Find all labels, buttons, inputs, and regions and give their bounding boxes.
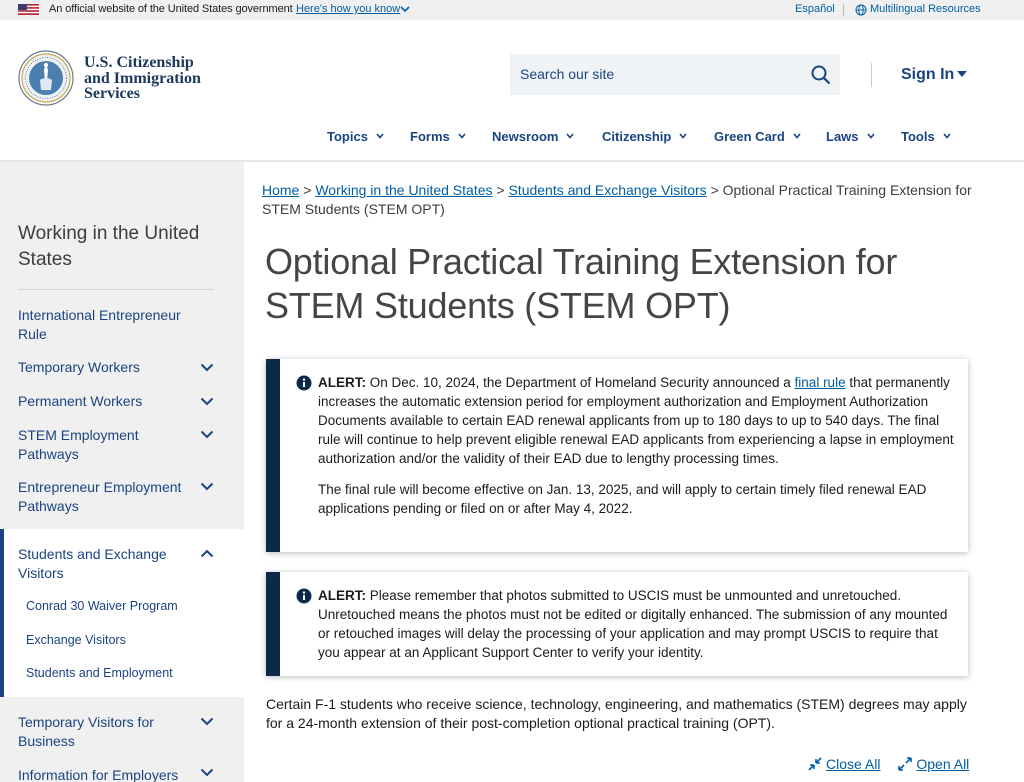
chevron-down-icon	[793, 133, 801, 139]
chevron-down-icon[interactable]	[200, 430, 214, 439]
sidebar-item-temporary-visitors-for-business[interactable]: Temporary Visitors for Business	[18, 713, 178, 751]
chevron-down-icon	[943, 133, 951, 139]
chevron-down-icon[interactable]	[200, 717, 214, 726]
sidebar-subitem-exchange-visitors[interactable]: Exchange Visitors	[26, 633, 126, 647]
chevron-down-icon	[376, 133, 384, 139]
gov-banner: An official website of the United States…	[0, 0, 1024, 20]
sidebar-item-information-for-employers[interactable]: Information for Employers	[18, 766, 198, 782]
nav-label: Citizenship	[602, 129, 672, 144]
banner-divider	[843, 4, 844, 16]
alert-body: ALERT: On Dec. 10, 2024, the Department …	[318, 373, 958, 518]
sidebar-item-temporary-workers[interactable]: Temporary Workers	[18, 358, 198, 377]
sidebar-item-entrepreneur-employment-pathways[interactable]: Entrepreneur Employment Pathways	[18, 478, 193, 516]
chevron-down-icon	[866, 133, 875, 139]
nav-topics[interactable]: Topics	[327, 129, 384, 144]
intro-paragraph: Certain F-1 students who receive science…	[266, 696, 967, 731]
alert-label: ALERT:	[318, 375, 366, 390]
alert-photos: ALERT: Please remember that photos submi…	[266, 572, 968, 676]
nav-label: Newsroom	[492, 129, 559, 144]
chevron-down-icon[interactable]	[200, 482, 214, 491]
nav-label: Topics	[327, 129, 368, 144]
sidebar-divider	[18, 289, 214, 290]
chevron-down-icon	[679, 133, 687, 139]
alert-paragraph: ALERT: Please remember that photos submi…	[318, 586, 958, 662]
sidebar-subitem-students-and-employment[interactable]: Students and Employment	[26, 666, 173, 680]
main-nav: Topics Forms Newsroom Citizenship Green …	[0, 129, 1024, 149]
chevron-down-icon[interactable]	[200, 363, 214, 372]
official-site-text: An official website of the United States…	[49, 3, 293, 15]
sidebar-item-students-and-exchange-visitors[interactable]: Students and Exchange Visitors	[18, 545, 178, 583]
chevron-down-icon	[566, 133, 575, 139]
sidebar-title: Working in the United States	[18, 223, 200, 270]
sidebar-item-stem-employment-pathways[interactable]: STEM Employment Pathways	[18, 426, 168, 464]
sidebar-active-section: Students and Exchange Visitors Conrad 30…	[0, 529, 244, 697]
sidebar-subitem-conrad-30[interactable]: Conrad 30 Waiver Program	[26, 599, 178, 613]
nav-laws[interactable]: Laws	[826, 129, 875, 144]
logo-line-2: and Immigration	[84, 69, 201, 87]
sign-in-button[interactable]: Sign In	[901, 66, 954, 84]
globe-icon	[855, 4, 867, 16]
uscis-logo-text[interactable]: U.S. Citizenship and Immigration Service…	[84, 55, 201, 102]
expand-icon[interactable]	[898, 757, 913, 771]
search-icon[interactable]	[810, 64, 832, 86]
multilingual-link[interactable]: Multilingual Resources	[870, 3, 981, 15]
info-icon	[296, 375, 312, 391]
logo-line-1: U.S. Citizenship	[84, 54, 194, 71]
espanol-link[interactable]: Español	[795, 3, 835, 15]
alert-final-rule: ALERT: On Dec. 10, 2024, the Department …	[266, 359, 968, 552]
alert-paragraph-2: The final rule will become effective on …	[318, 482, 927, 516]
open-all-button[interactable]: Open All	[916, 756, 969, 772]
search-placeholder: Search our site	[520, 66, 615, 82]
chevron-down-icon[interactable]	[200, 768, 214, 777]
chevron-down-icon[interactable]	[400, 5, 410, 13]
final-rule-link[interactable]: final rule	[795, 375, 846, 390]
sidebar-item-international-entrepreneur-rule[interactable]: International Entrepreneur Rule	[18, 306, 198, 344]
alert-text: Please remember that photos submitted to…	[318, 588, 948, 660]
collapse-icon[interactable]	[808, 757, 822, 771]
nav-citizenship[interactable]: Citizenship	[602, 129, 687, 144]
info-icon	[296, 588, 312, 604]
nav-tools[interactable]: Tools	[901, 129, 951, 144]
uscis-seal-icon[interactable]	[18, 50, 74, 106]
nav-label: Tools	[901, 129, 935, 144]
breadcrumb-separator: >	[496, 182, 505, 198]
sidebar-item-permanent-workers[interactable]: Permanent Workers	[18, 392, 198, 411]
chevron-down-icon[interactable]	[200, 397, 214, 406]
breadcrumb-working-in-us[interactable]: Working in the United States	[315, 182, 492, 198]
nav-newsroom[interactable]: Newsroom	[492, 129, 575, 144]
breadcrumb-separator: >	[710, 182, 719, 198]
accordion-controls: Close All Open All	[808, 756, 969, 772]
page-title: Optional Practical Training Extension fo…	[265, 241, 898, 326]
alert-paragraph-1: ALERT: On Dec. 10, 2024, the Department …	[318, 373, 958, 468]
breadcrumb: Home > Working in the United States > St…	[262, 181, 982, 219]
chevron-up-icon[interactable]	[200, 549, 214, 558]
nav-label: Green Card	[714, 129, 785, 144]
caret-down-icon[interactable]	[957, 71, 967, 78]
search-input[interactable]: Search our site	[510, 54, 840, 95]
close-all-button[interactable]: Close All	[826, 756, 880, 772]
how-you-know-link[interactable]: Here's how you know	[296, 3, 400, 15]
alert-label: ALERT:	[318, 588, 366, 603]
nav-label: Forms	[410, 129, 450, 144]
us-flag-icon	[18, 4, 39, 15]
breadcrumb-separator: >	[303, 182, 312, 198]
logo-line-3: Services	[84, 85, 140, 102]
chevron-down-icon	[458, 133, 466, 139]
header-divider	[871, 63, 872, 87]
breadcrumb-home[interactable]: Home	[262, 182, 299, 198]
alert-body: ALERT: Please remember that photos submi…	[318, 586, 958, 662]
nav-green-card[interactable]: Green Card	[714, 129, 801, 144]
alert-text: On Dec. 10, 2024, the Department of Home…	[369, 375, 791, 390]
nav-label: Laws	[826, 129, 859, 144]
sidebar: Working in the United States Internation…	[0, 162, 244, 782]
nav-forms[interactable]: Forms	[410, 129, 466, 144]
breadcrumb-students-exchange[interactable]: Students and Exchange Visitors	[508, 182, 706, 198]
